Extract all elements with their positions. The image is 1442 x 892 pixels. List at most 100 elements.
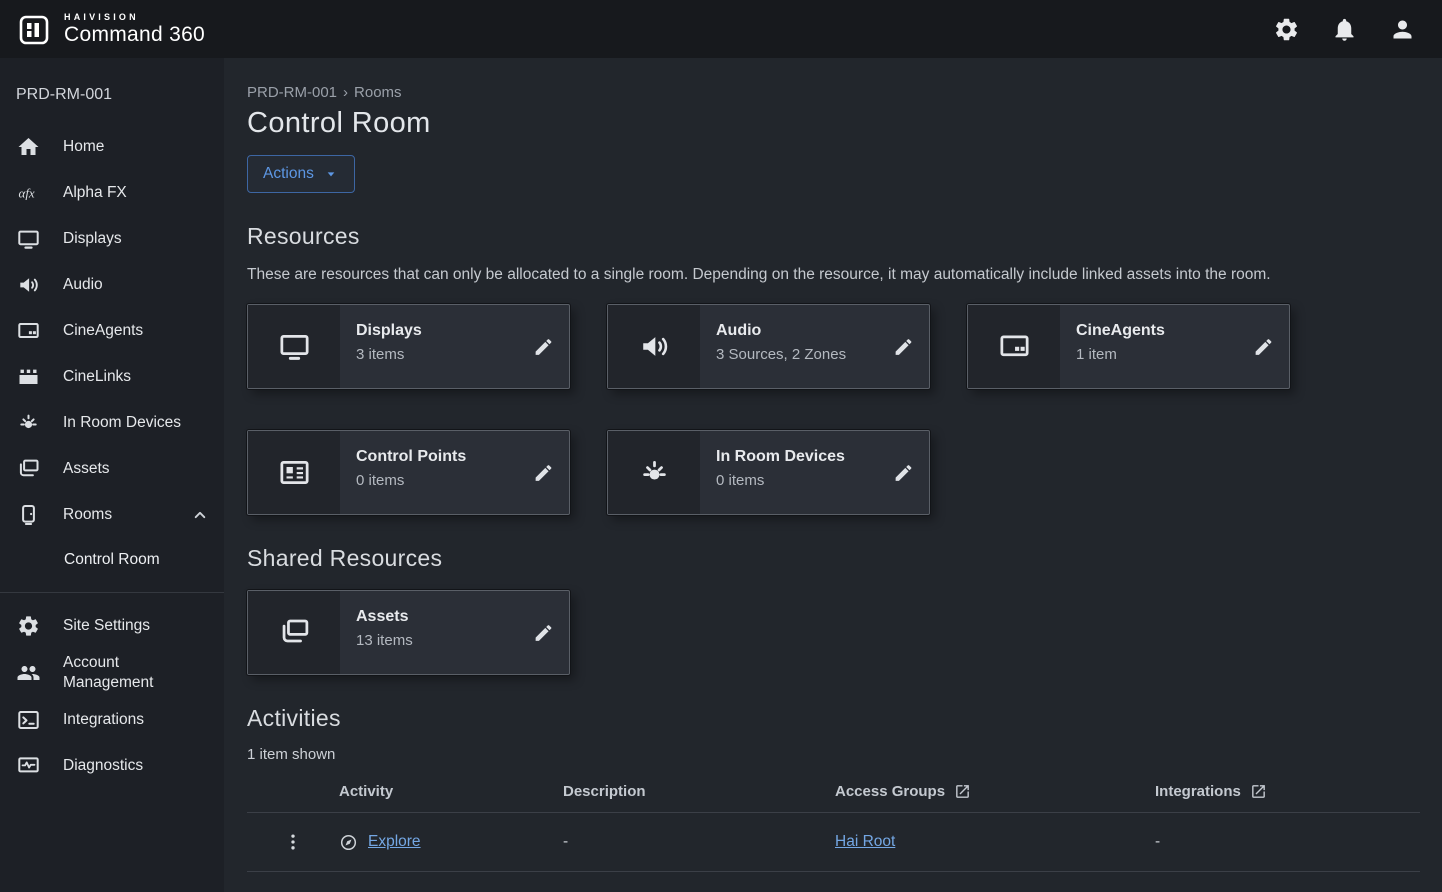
card-title: Audio bbox=[716, 322, 846, 340]
control-points-icon bbox=[278, 456, 311, 489]
activities-heading: Activities bbox=[247, 705, 1420, 732]
haivision-logo-icon bbox=[18, 11, 54, 47]
activities-count: 1 item shown bbox=[247, 746, 1420, 763]
external-link-icon[interactable] bbox=[1250, 783, 1267, 800]
sidebar-item-diagnostics[interactable]: Diagnostics bbox=[0, 743, 224, 789]
resources-description: These are resources that can only be all… bbox=[247, 263, 1395, 286]
sidebar-item-in-room-devices[interactable]: In Room Devices bbox=[0, 400, 224, 446]
account-person-icon[interactable] bbox=[1389, 16, 1416, 43]
edit-pencil-icon[interactable] bbox=[893, 336, 914, 357]
resource-card-cineagents[interactable]: CineAgents 1 item bbox=[967, 304, 1290, 389]
sidebar-item-site-settings[interactable]: Site Settings bbox=[0, 603, 224, 649]
edit-pencil-icon[interactable] bbox=[533, 336, 554, 357]
card-title: Assets bbox=[356, 608, 413, 626]
access-group-link[interactable]: Hai Root bbox=[835, 833, 895, 851]
sidebar-item-label: Diagnostics bbox=[63, 756, 210, 776]
actions-button-label: Actions bbox=[263, 165, 314, 183]
cinelinks-icon bbox=[16, 365, 41, 389]
sidebar-item-cineagents[interactable]: CineAgents bbox=[0, 308, 224, 354]
gear-icon bbox=[16, 614, 41, 638]
card-icon-zone bbox=[968, 305, 1060, 388]
actions-button[interactable]: Actions bbox=[247, 155, 355, 193]
topbar-actions bbox=[1273, 16, 1424, 43]
sidebar-item-label: Displays bbox=[63, 229, 210, 249]
sidebar-item-label: Rooms bbox=[63, 505, 168, 525]
edit-pencil-icon[interactable] bbox=[893, 462, 914, 483]
description-cell: - bbox=[563, 833, 835, 851]
sidebar-item-displays[interactable]: Displays bbox=[0, 216, 224, 262]
notifications-bell-icon[interactable] bbox=[1331, 16, 1358, 43]
kebab-menu-icon[interactable] bbox=[283, 832, 303, 852]
breadcrumb-rooms[interactable]: Rooms bbox=[354, 84, 402, 101]
resource-card-displays[interactable]: Displays 3 items bbox=[247, 304, 570, 389]
edit-pencil-icon[interactable] bbox=[533, 622, 554, 643]
sidebar-item-label: CineAgents bbox=[63, 321, 210, 341]
display-icon bbox=[16, 227, 41, 251]
card-title: In Room Devices bbox=[716, 448, 845, 466]
sidebar-item-label: Site Settings bbox=[63, 616, 210, 636]
sidebar-item-label: In Room Devices bbox=[63, 413, 210, 433]
sidebar-item-integrations[interactable]: Integrations bbox=[0, 697, 224, 743]
resource-card-control-points[interactable]: Control Points 0 items bbox=[247, 430, 570, 515]
sidebar-item-label: Integrations bbox=[63, 710, 210, 730]
sidebar-item-control-room[interactable]: Control Room bbox=[0, 538, 224, 582]
column-header-activity: Activity bbox=[339, 783, 393, 800]
shared-resources-heading: Shared Resources bbox=[247, 545, 1420, 572]
brand-command-360: Command 360 bbox=[64, 23, 205, 47]
resource-card-audio[interactable]: Audio 3 Sources, 2 Zones bbox=[607, 304, 930, 389]
card-icon-zone bbox=[608, 431, 700, 514]
rooms-icon bbox=[16, 503, 41, 527]
card-subtitle: 0 items bbox=[356, 472, 466, 489]
table-header-row: Activity Description Access Groups Integ… bbox=[247, 773, 1420, 813]
sidebar-item-rooms[interactable]: Rooms bbox=[0, 492, 224, 538]
sidebar-item-alpha-fx[interactable]: Alpha FX bbox=[0, 170, 224, 216]
activities-table: Activity Description Access Groups Integ… bbox=[247, 773, 1420, 872]
sidebar-item-label: Audio bbox=[63, 275, 210, 295]
sidebar-item-assets[interactable]: Assets bbox=[0, 446, 224, 492]
card-icon-zone bbox=[248, 431, 340, 514]
resources-heading: Resources bbox=[247, 223, 1420, 250]
sidebar-item-account-management[interactable]: Account Management bbox=[0, 649, 224, 697]
sidebar-item-label: Account Management bbox=[63, 653, 181, 693]
explore-icon bbox=[339, 833, 358, 852]
resources-cards-row-2: Control Points 0 items In Room Devices 0… bbox=[247, 430, 1420, 515]
card-subtitle: 0 items bbox=[716, 472, 845, 489]
breadcrumb: PRD-RM-001›Rooms bbox=[247, 84, 1420, 101]
sidebar-divider bbox=[0, 592, 224, 593]
activity-explore-link[interactable]: Explore bbox=[368, 833, 421, 851]
integrations-cell: - bbox=[1155, 833, 1420, 851]
alpha-fx-icon bbox=[16, 181, 41, 205]
display-icon bbox=[278, 330, 311, 363]
sidebar-item-cinelinks[interactable]: CineLinks bbox=[0, 354, 224, 400]
column-header-integrations: Integrations bbox=[1155, 783, 1241, 800]
audio-icon bbox=[638, 330, 671, 363]
external-link-icon[interactable] bbox=[954, 783, 971, 800]
sidebar-item-label: Alpha FX bbox=[63, 183, 210, 203]
topbar: HAIVISION Command 360 bbox=[0, 0, 1442, 58]
column-header-description: Description bbox=[563, 783, 646, 800]
assets-icon bbox=[16, 457, 41, 481]
audio-icon bbox=[16, 273, 41, 297]
main-content: PRD-RM-001›Rooms Control Room Actions Re… bbox=[224, 58, 1442, 892]
breadcrumb-site[interactable]: PRD-RM-001 bbox=[247, 84, 337, 101]
edit-pencil-icon[interactable] bbox=[1253, 336, 1274, 357]
sidebar-item-audio[interactable]: Audio bbox=[0, 262, 224, 308]
card-subtitle: 13 items bbox=[356, 632, 413, 649]
sidebar-item-home[interactable]: Home bbox=[0, 124, 224, 170]
app-brand[interactable]: HAIVISION Command 360 bbox=[18, 11, 205, 47]
card-icon-zone bbox=[608, 305, 700, 388]
card-subtitle: 3 Sources, 2 Zones bbox=[716, 346, 846, 363]
shared-cards-row: Assets 13 items bbox=[247, 590, 1420, 675]
card-icon-zone bbox=[248, 591, 340, 674]
shared-card-assets[interactable]: Assets 13 items bbox=[247, 590, 570, 675]
resource-card-in-room-devices[interactable]: In Room Devices 0 items bbox=[607, 430, 930, 515]
cineagents-icon bbox=[16, 319, 41, 343]
in-room-devices-icon bbox=[16, 411, 41, 435]
sidebar: PRD-RM-001 Home Alpha FX Displays Audio … bbox=[0, 58, 224, 892]
caret-down-icon bbox=[323, 166, 339, 182]
card-icon-zone bbox=[248, 305, 340, 388]
settings-icon[interactable] bbox=[1273, 16, 1300, 43]
in-room-devices-icon bbox=[638, 456, 671, 489]
edit-pencil-icon[interactable] bbox=[533, 462, 554, 483]
cineagents-icon bbox=[998, 330, 1031, 363]
